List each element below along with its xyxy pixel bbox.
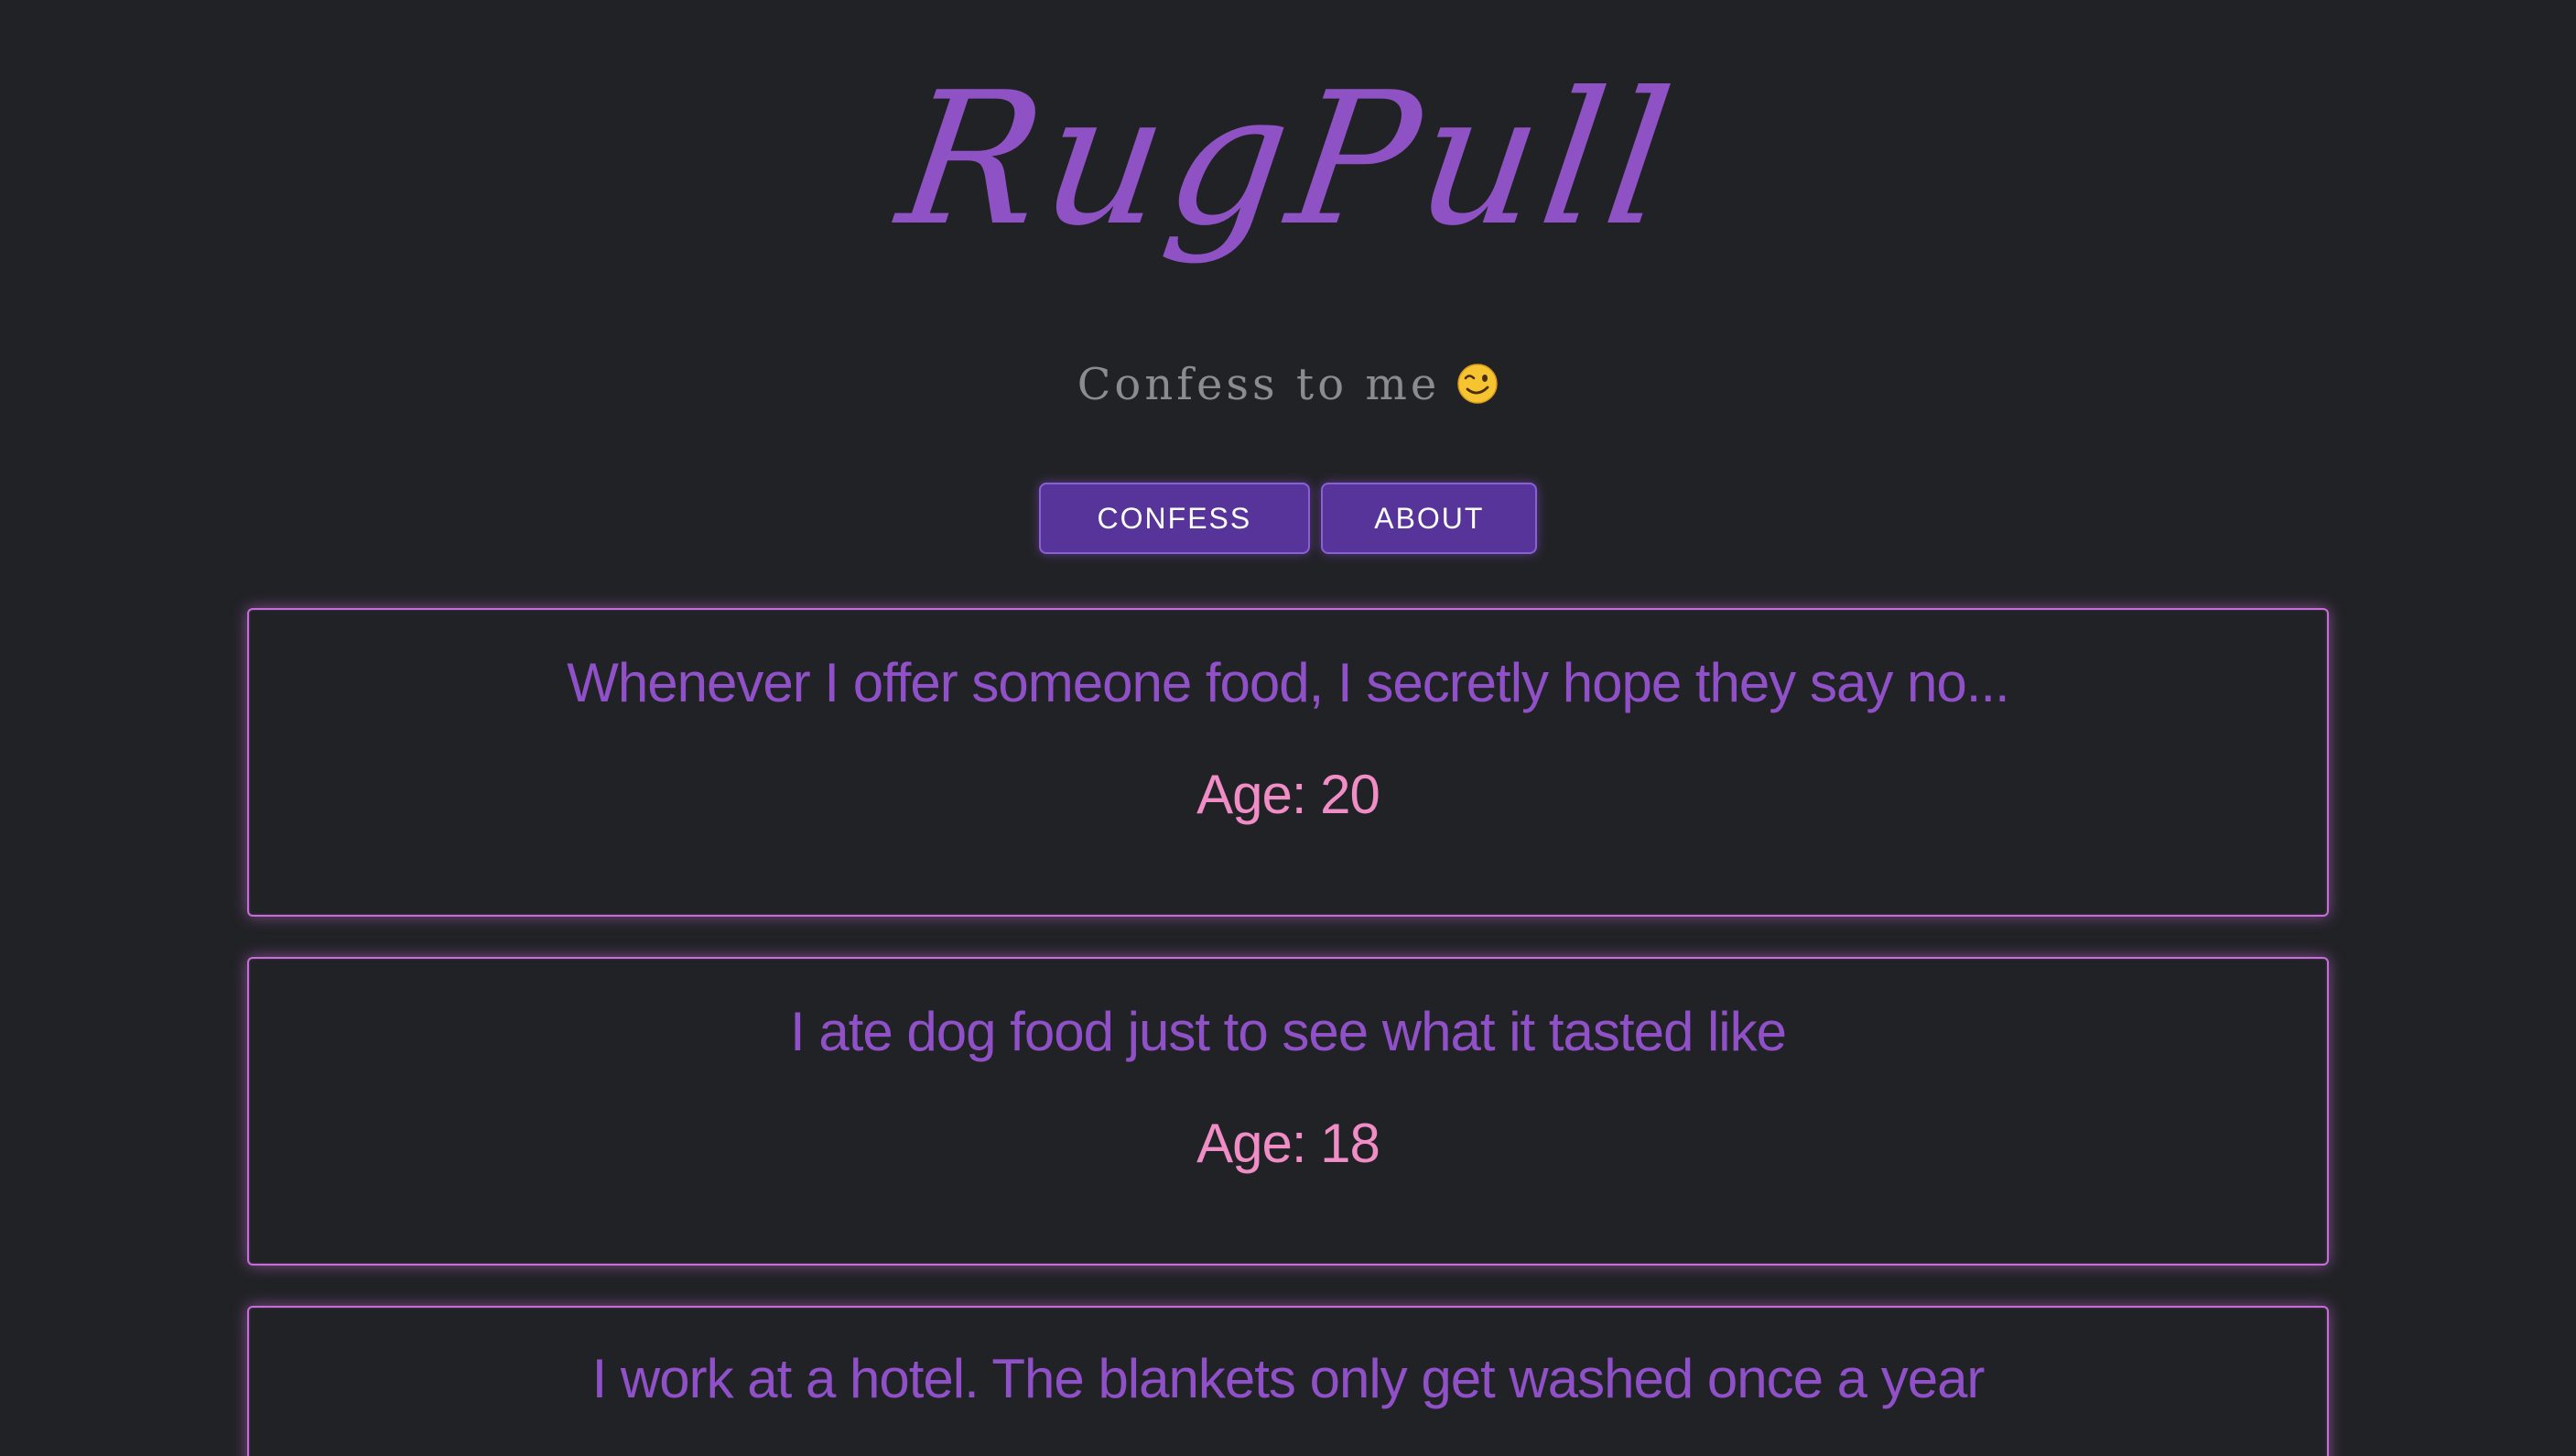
confess-button[interactable]: CONFESS [1038,483,1311,554]
confession-card: I ate dog food just to see what it taste… [247,957,2329,1266]
confession-age: Age: 20 [1196,764,1380,825]
confession-card: Whenever I offer someone food, I secretl… [247,608,2329,917]
confession-text: I ate dog food just to see what it taste… [789,1001,1787,1062]
about-button[interactable]: ABOUT [1321,483,1538,554]
confession-text: I work at a hotel. The blankets only get… [591,1348,1986,1409]
confession-card: I work at a hotel. The blankets only get… [247,1306,2329,1456]
confession-text: Whenever I offer someone food, I secretl… [567,652,2009,713]
tagline-text: Confess to me [1077,359,1441,410]
main-nav: CONFESS ABOUT [0,483,2576,554]
tagline: Confess to me [0,348,2576,421]
confession-age: Age: 18 [1196,1113,1380,1174]
site-logo: RugPull [888,53,1688,266]
winking-face-icon [1456,353,1499,404]
